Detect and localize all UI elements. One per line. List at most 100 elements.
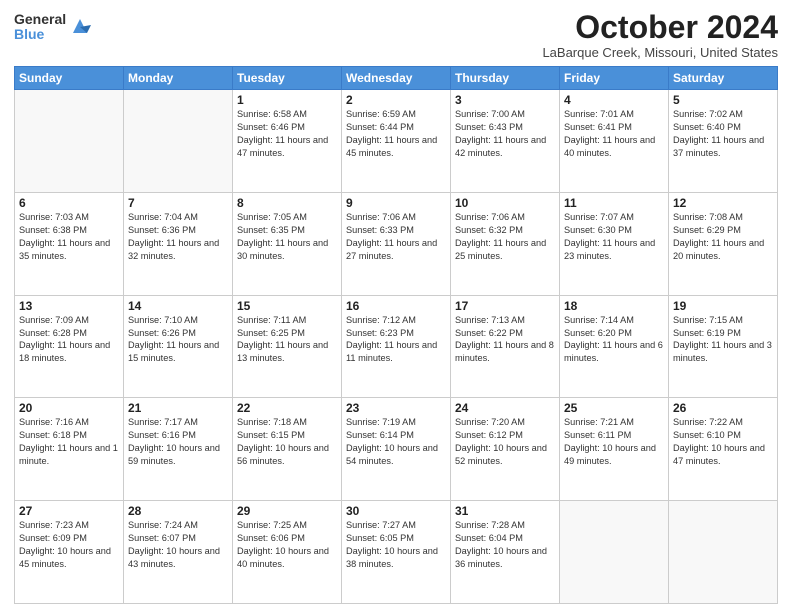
table-row <box>124 90 233 193</box>
table-row: 12Sunrise: 7:08 AM Sunset: 6:29 PM Dayli… <box>669 192 778 295</box>
col-sunday: Sunday <box>15 67 124 90</box>
day-info: Sunrise: 6:59 AM Sunset: 6:44 PM Dayligh… <box>346 108 446 160</box>
table-row: 6Sunrise: 7:03 AM Sunset: 6:38 PM Daylig… <box>15 192 124 295</box>
day-number: 16 <box>346 299 446 313</box>
table-row: 30Sunrise: 7:27 AM Sunset: 6:05 PM Dayli… <box>342 501 451 604</box>
table-row: 8Sunrise: 7:05 AM Sunset: 6:35 PM Daylig… <box>233 192 342 295</box>
day-number: 15 <box>237 299 337 313</box>
day-info: Sunrise: 7:21 AM Sunset: 6:11 PM Dayligh… <box>564 416 664 468</box>
table-row: 10Sunrise: 7:06 AM Sunset: 6:32 PM Dayli… <box>451 192 560 295</box>
day-info: Sunrise: 7:22 AM Sunset: 6:10 PM Dayligh… <box>673 416 773 468</box>
table-row: 15Sunrise: 7:11 AM Sunset: 6:25 PM Dayli… <box>233 295 342 398</box>
day-number: 22 <box>237 401 337 415</box>
day-info: Sunrise: 7:08 AM Sunset: 6:29 PM Dayligh… <box>673 211 773 263</box>
day-info: Sunrise: 7:11 AM Sunset: 6:25 PM Dayligh… <box>237 314 337 366</box>
day-number: 25 <box>564 401 664 415</box>
table-row: 9Sunrise: 7:06 AM Sunset: 6:33 PM Daylig… <box>342 192 451 295</box>
day-number: 17 <box>455 299 555 313</box>
table-row: 14Sunrise: 7:10 AM Sunset: 6:26 PM Dayli… <box>124 295 233 398</box>
day-info: Sunrise: 7:28 AM Sunset: 6:04 PM Dayligh… <box>455 519 555 571</box>
calendar-week-row: 6Sunrise: 7:03 AM Sunset: 6:38 PM Daylig… <box>15 192 778 295</box>
day-number: 18 <box>564 299 664 313</box>
day-info: Sunrise: 7:20 AM Sunset: 6:12 PM Dayligh… <box>455 416 555 468</box>
table-row: 31Sunrise: 7:28 AM Sunset: 6:04 PM Dayli… <box>451 501 560 604</box>
table-row: 20Sunrise: 7:16 AM Sunset: 6:18 PM Dayli… <box>15 398 124 501</box>
table-row: 4Sunrise: 7:01 AM Sunset: 6:41 PM Daylig… <box>560 90 669 193</box>
day-number: 12 <box>673 196 773 210</box>
day-info: Sunrise: 7:01 AM Sunset: 6:41 PM Dayligh… <box>564 108 664 160</box>
day-number: 6 <box>19 196 119 210</box>
table-row: 11Sunrise: 7:07 AM Sunset: 6:30 PM Dayli… <box>560 192 669 295</box>
table-row: 21Sunrise: 7:17 AM Sunset: 6:16 PM Dayli… <box>124 398 233 501</box>
day-info: Sunrise: 7:03 AM Sunset: 6:38 PM Dayligh… <box>19 211 119 263</box>
logo-text: General Blue <box>14 12 66 43</box>
day-info: Sunrise: 7:09 AM Sunset: 6:28 PM Dayligh… <box>19 314 119 366</box>
day-info: Sunrise: 7:00 AM Sunset: 6:43 PM Dayligh… <box>455 108 555 160</box>
page: General Blue October 2024 LaBarque Creek… <box>0 0 792 612</box>
day-number: 19 <box>673 299 773 313</box>
col-thursday: Thursday <box>451 67 560 90</box>
table-row: 16Sunrise: 7:12 AM Sunset: 6:23 PM Dayli… <box>342 295 451 398</box>
table-row: 27Sunrise: 7:23 AM Sunset: 6:09 PM Dayli… <box>15 501 124 604</box>
calendar-week-row: 20Sunrise: 7:16 AM Sunset: 6:18 PM Dayli… <box>15 398 778 501</box>
table-row: 26Sunrise: 7:22 AM Sunset: 6:10 PM Dayli… <box>669 398 778 501</box>
table-row: 5Sunrise: 7:02 AM Sunset: 6:40 PM Daylig… <box>669 90 778 193</box>
day-number: 30 <box>346 504 446 518</box>
day-info: Sunrise: 7:10 AM Sunset: 6:26 PM Dayligh… <box>128 314 228 366</box>
day-info: Sunrise: 7:02 AM Sunset: 6:40 PM Dayligh… <box>673 108 773 160</box>
day-number: 28 <box>128 504 228 518</box>
day-number: 21 <box>128 401 228 415</box>
day-info: Sunrise: 7:15 AM Sunset: 6:19 PM Dayligh… <box>673 314 773 366</box>
calendar-week-row: 27Sunrise: 7:23 AM Sunset: 6:09 PM Dayli… <box>15 501 778 604</box>
day-number: 23 <box>346 401 446 415</box>
calendar-week-row: 13Sunrise: 7:09 AM Sunset: 6:28 PM Dayli… <box>15 295 778 398</box>
day-number: 7 <box>128 196 228 210</box>
day-info: Sunrise: 7:12 AM Sunset: 6:23 PM Dayligh… <box>346 314 446 366</box>
day-number: 14 <box>128 299 228 313</box>
day-number: 4 <box>564 93 664 107</box>
table-row <box>560 501 669 604</box>
day-number: 13 <box>19 299 119 313</box>
table-row: 24Sunrise: 7:20 AM Sunset: 6:12 PM Dayli… <box>451 398 560 501</box>
logo-blue-text: Blue <box>14 27 66 42</box>
table-row: 28Sunrise: 7:24 AM Sunset: 6:07 PM Dayli… <box>124 501 233 604</box>
day-info: Sunrise: 7:23 AM Sunset: 6:09 PM Dayligh… <box>19 519 119 571</box>
day-info: Sunrise: 7:24 AM Sunset: 6:07 PM Dayligh… <box>128 519 228 571</box>
day-info: Sunrise: 7:27 AM Sunset: 6:05 PM Dayligh… <box>346 519 446 571</box>
table-row: 19Sunrise: 7:15 AM Sunset: 6:19 PM Dayli… <box>669 295 778 398</box>
header: General Blue October 2024 LaBarque Creek… <box>14 10 778 60</box>
logo: General Blue <box>14 12 91 43</box>
day-number: 27 <box>19 504 119 518</box>
calendar-week-row: 1Sunrise: 6:58 AM Sunset: 6:46 PM Daylig… <box>15 90 778 193</box>
day-info: Sunrise: 7:17 AM Sunset: 6:16 PM Dayligh… <box>128 416 228 468</box>
day-info: Sunrise: 7:06 AM Sunset: 6:33 PM Dayligh… <box>346 211 446 263</box>
day-number: 20 <box>19 401 119 415</box>
day-number: 24 <box>455 401 555 415</box>
location-subtitle: LaBarque Creek, Missouri, United States <box>542 45 778 60</box>
day-number: 26 <box>673 401 773 415</box>
day-info: Sunrise: 7:07 AM Sunset: 6:30 PM Dayligh… <box>564 211 664 263</box>
table-row: 7Sunrise: 7:04 AM Sunset: 6:36 PM Daylig… <box>124 192 233 295</box>
day-info: Sunrise: 7:14 AM Sunset: 6:20 PM Dayligh… <box>564 314 664 366</box>
day-number: 1 <box>237 93 337 107</box>
col-saturday: Saturday <box>669 67 778 90</box>
table-row <box>669 501 778 604</box>
day-number: 2 <box>346 93 446 107</box>
col-tuesday: Tuesday <box>233 67 342 90</box>
day-info: Sunrise: 6:58 AM Sunset: 6:46 PM Dayligh… <box>237 108 337 160</box>
day-number: 10 <box>455 196 555 210</box>
calendar-table: Sunday Monday Tuesday Wednesday Thursday… <box>14 66 778 604</box>
col-monday: Monday <box>124 67 233 90</box>
table-row: 3Sunrise: 7:00 AM Sunset: 6:43 PM Daylig… <box>451 90 560 193</box>
table-row: 23Sunrise: 7:19 AM Sunset: 6:14 PM Dayli… <box>342 398 451 501</box>
month-title: October 2024 <box>542 10 778 45</box>
day-number: 8 <box>237 196 337 210</box>
logo-general-text: General <box>14 12 66 27</box>
day-info: Sunrise: 7:25 AM Sunset: 6:06 PM Dayligh… <box>237 519 337 571</box>
day-info: Sunrise: 7:16 AM Sunset: 6:18 PM Dayligh… <box>19 416 119 468</box>
table-row: 13Sunrise: 7:09 AM Sunset: 6:28 PM Dayli… <box>15 295 124 398</box>
col-wednesday: Wednesday <box>342 67 451 90</box>
table-row: 29Sunrise: 7:25 AM Sunset: 6:06 PM Dayli… <box>233 501 342 604</box>
day-number: 3 <box>455 93 555 107</box>
day-number: 5 <box>673 93 773 107</box>
